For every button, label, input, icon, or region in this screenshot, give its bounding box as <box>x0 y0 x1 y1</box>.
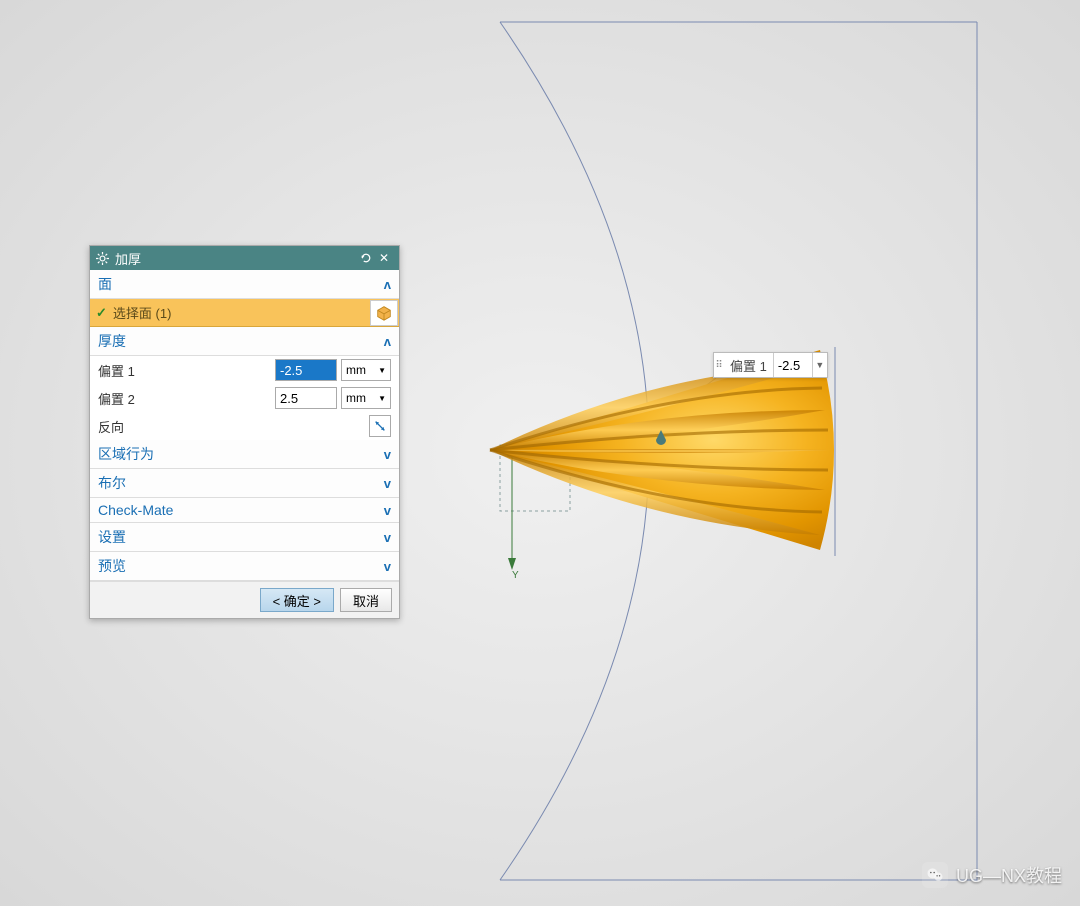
section-thickness[interactable]: 厚度 ʌ <box>90 327 399 356</box>
caret-down-icon: v <box>384 559 391 574</box>
section-checkmate[interactable]: Check-Mate v <box>90 498 399 523</box>
reverse-direction-button[interactable] <box>369 415 391 437</box>
watermark: UG—NX教程 <box>922 862 1062 888</box>
section-boolean[interactable]: 布尔 v <box>90 469 399 498</box>
offset1-row: 偏置 1 mm ▼ <box>90 356 399 384</box>
check-icon: ✓ <box>90 305 113 321</box>
wechat-icon <box>922 862 948 888</box>
dropdown-icon[interactable]: ▼ <box>813 353 827 377</box>
drag-handle-icon[interactable] <box>654 430 668 448</box>
dialog-title: 加厚 <box>115 249 141 268</box>
caret-down-icon: v <box>384 503 391 518</box>
close-button[interactable]: ✕ <box>375 249 393 267</box>
caret-down-icon: v <box>384 530 391 545</box>
on-canvas-offset-input[interactable]: ⠿ 偏置 1 ▼ <box>713 352 828 378</box>
dropdown-icon: ▼ <box>378 366 386 375</box>
cancel-button[interactable]: 取消 <box>340 588 392 612</box>
face-selection-button[interactable] <box>370 300 398 326</box>
caret-down-icon: v <box>384 476 391 491</box>
select-face-row[interactable]: ✓ 选择面 (1) <box>90 299 399 327</box>
dialog-titlebar[interactable]: 加厚 ✕ <box>90 246 399 270</box>
section-checkmate-title: Check-Mate <box>98 502 173 518</box>
offset1-label: 偏置 1 <box>98 361 271 380</box>
caret-up-icon: ʌ <box>384 277 391 292</box>
section-face-title: 面 <box>98 274 112 294</box>
section-settings[interactable]: 设置 v <box>90 523 399 552</box>
dialog-footer: < 确定 > 取消 <box>90 581 399 618</box>
section-boolean-title: 布尔 <box>98 473 126 493</box>
watermark-text: UG—NX教程 <box>956 862 1062 888</box>
section-preview[interactable]: 预览 v <box>90 552 399 581</box>
section-settings-title: 设置 <box>98 527 126 547</box>
section-region[interactable]: 区域行为 v <box>90 440 399 469</box>
section-thickness-title: 厚度 <box>98 331 126 351</box>
offset1-unit-select[interactable]: mm ▼ <box>341 359 391 381</box>
reverse-label: 反向 <box>98 417 369 436</box>
gear-icon <box>96 252 109 265</box>
reset-button[interactable] <box>357 249 375 267</box>
axis-y-label: Y <box>512 570 519 581</box>
caret-down-icon: v <box>384 447 391 462</box>
section-preview-title: 预览 <box>98 556 126 576</box>
caret-up-icon: ʌ <box>384 334 391 349</box>
offset2-label: 偏置 2 <box>98 389 271 408</box>
float-label: 偏置 1 <box>724 356 773 375</box>
offset1-input[interactable] <box>275 359 337 381</box>
offset2-input[interactable] <box>275 387 337 409</box>
ok-button[interactable]: < 确定 > <box>260 588 334 612</box>
grip-icon[interactable]: ⠿ <box>714 353 724 377</box>
section-face[interactable]: 面 ʌ <box>90 270 399 299</box>
offset2-row: 偏置 2 mm ▼ <box>90 384 399 412</box>
offset2-unit-select[interactable]: mm ▼ <box>341 387 391 409</box>
thicken-dialog: 加厚 ✕ 面 ʌ ✓ 选择面 (1) 厚度 ʌ 偏置 1 mm ▼ <box>89 245 400 619</box>
float-offset1-value[interactable] <box>773 353 813 377</box>
select-face-label: 选择面 (1) <box>113 303 370 322</box>
section-region-title: 区域行为 <box>98 444 154 464</box>
dropdown-icon: ▼ <box>378 394 386 403</box>
